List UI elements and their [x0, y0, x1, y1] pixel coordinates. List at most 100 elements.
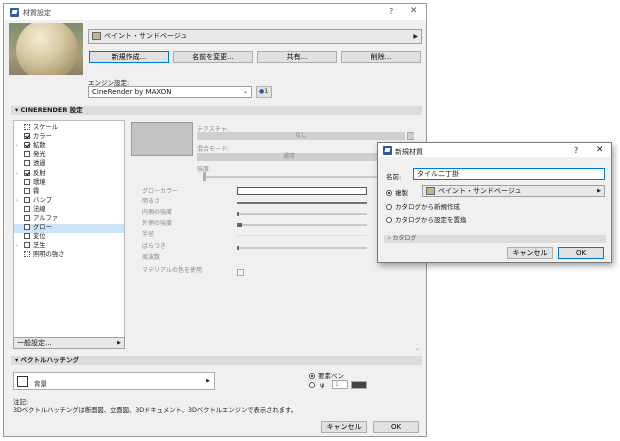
channel-item[interactable]: 発光 — [14, 151, 124, 160]
inner-strength-slider[interactable] — [237, 212, 367, 216]
dialog-ok-button[interactable]: OK — [558, 247, 604, 259]
title-bar: 材質設定 ? ✕ — [4, 4, 426, 20]
material-name: ペイント・サンドベージュ — [104, 32, 188, 40]
strength-slider[interactable] — [204, 176, 381, 178]
pen-color-swatch — [351, 381, 367, 389]
channel-label: バンプ — [33, 196, 53, 204]
dialog-close-button[interactable]: ✕ — [596, 146, 604, 155]
channel-checkbox[interactable] — [24, 151, 30, 158]
custom-pen-option[interactable]: ψ 1 — [309, 380, 367, 389]
channel-checkbox[interactable] — [24, 133, 30, 140]
expand-arrow-icon[interactable]: › — [16, 170, 18, 179]
channel-checkbox[interactable] — [24, 233, 30, 240]
custom-pen-radio[interactable] — [309, 382, 315, 388]
channel-item[interactable]: 透過 — [14, 160, 124, 169]
pen-icon: ψ — [320, 381, 325, 389]
channel-checkbox[interactable] — [24, 205, 30, 212]
channel-item[interactable]: 法線 — [14, 205, 124, 215]
glow-param-label: ばらつき — [142, 243, 167, 250]
rename-button[interactable]: 名前を変更... — [173, 51, 253, 63]
dialog-help-button[interactable]: ? — [574, 146, 578, 155]
replace-from-catalog-radio[interactable] — [386, 217, 392, 223]
vector-hatching-section-title: ベクトルハッチング — [20, 356, 80, 364]
new-from-catalog-radio[interactable] — [386, 204, 392, 210]
ok-button[interactable]: OK — [373, 421, 419, 433]
dialog-title-bar: 新規材質 ? ✕ — [378, 143, 611, 157]
channel-item[interactable]: › バンプ — [14, 196, 124, 206]
hatch-pattern-dropdown[interactable]: 背景 ▶ — [13, 372, 215, 390]
channel-label: 芝生 — [33, 242, 46, 250]
expand-arrow-icon[interactable]: › — [16, 142, 18, 151]
pen-number-field[interactable]: 1 — [332, 380, 348, 389]
expand-arrow-icon[interactable]: › — [16, 242, 18, 251]
channel-label: 照明の強さ — [33, 251, 65, 259]
channel-checkbox[interactable] — [24, 187, 30, 194]
channel-checkbox[interactable] — [24, 142, 30, 149]
material-swatch — [426, 187, 435, 195]
help-button[interactable]: ? — [389, 7, 393, 16]
element-pen-option[interactable]: 要素ペン — [309, 370, 344, 380]
radius-slider[interactable] — [237, 235, 367, 236]
duplicate-radio[interactable] — [386, 190, 392, 196]
channel-item[interactable]: 霧 — [14, 187, 124, 197]
channel-checkbox[interactable] — [24, 178, 30, 185]
new-from-catalog-option[interactable]: カタログから新規作成 — [386, 201, 460, 211]
dialog-cancel-button[interactable]: キャンセル — [507, 247, 553, 259]
channel-item[interactable]: 照明の強さ — [14, 251, 124, 260]
channel-label: スケール — [33, 124, 59, 131]
engine-info-button[interactable]: ●1 — [256, 86, 272, 98]
close-button[interactable]: ✕ — [410, 7, 418, 16]
channel-item[interactable]: 変位 — [14, 233, 124, 242]
channel-checkbox[interactable] — [24, 196, 30, 203]
glow-param-label: 明るさ — [142, 198, 161, 205]
use-material-color-checkbox[interactable] — [237, 269, 244, 276]
material-dropdown[interactable]: ペイント・サンドベージュ ▶ — [88, 29, 422, 44]
texture-field[interactable]: なし — [197, 132, 405, 140]
preview-sphere — [16, 23, 78, 75]
channel-item[interactable]: › 拡散 — [14, 142, 124, 151]
channel-item[interactable]: › 反射 — [14, 169, 124, 179]
delete-button[interactable]: 削除... — [341, 51, 421, 63]
glow-param-label: 内側の強度 — [142, 209, 173, 216]
strength-slider-thumb[interactable] — [203, 172, 206, 181]
randomness-slider[interactable] — [237, 246, 367, 250]
duplicate-option[interactable]: 複製 — [386, 187, 408, 197]
cancel-button[interactable]: キャンセル — [321, 421, 367, 433]
channel-item[interactable]: アルファ — [14, 215, 124, 224]
engine-badge: 1 — [264, 88, 269, 95]
channel-checkbox[interactable] — [24, 242, 30, 249]
material-preview — [9, 23, 83, 75]
replace-from-catalog-label: カタログから設定を置換 — [395, 216, 467, 224]
cinerender-section-header[interactable]: ▾ CINERENDER 設定 — [11, 106, 422, 115]
glow-param-label: グローカラー — [142, 188, 179, 195]
channel-checkbox[interactable] — [24, 169, 30, 176]
channel-checkbox[interactable] — [24, 160, 30, 167]
texture-preview — [131, 122, 193, 156]
share-button[interactable]: 共有... — [257, 51, 337, 63]
blend-mode-field[interactable]: 通常 — [197, 153, 381, 161]
general-settings-button[interactable]: 一般設定... ▶ — [13, 337, 125, 349]
catalog-section-header[interactable]: › カタログ — [384, 235, 606, 243]
channel-item[interactable]: グロー — [14, 224, 124, 233]
glow-color-swatch[interactable] — [237, 187, 367, 195]
element-pen-radio[interactable] — [309, 373, 315, 379]
expand-arrow-icon[interactable]: › — [16, 197, 18, 206]
new-button[interactable]: 新規作成... — [89, 51, 169, 63]
channel-item[interactable]: › 芝生 — [14, 242, 124, 251]
channel-item[interactable]: 環境 — [14, 178, 124, 188]
channel-item[interactable]: スケール — [14, 124, 124, 133]
glow-param-label: 外側の強度 — [142, 220, 173, 227]
duplicate-material-dropdown[interactable]: ペイント・サンドベージュ ▶ — [422, 185, 605, 197]
brightness-slider[interactable] — [237, 202, 367, 204]
outer-strength-slider[interactable] — [237, 223, 367, 227]
channel-checkbox[interactable] — [24, 224, 30, 231]
channel-item[interactable]: カラー — [14, 133, 124, 142]
channel-label: 拡散 — [33, 142, 46, 150]
hatch-swatch — [17, 376, 28, 387]
engine-select[interactable]: CineRender by MAXON ⌄ — [88, 86, 252, 98]
replace-from-catalog-option[interactable]: カタログから設定を置換 — [386, 214, 467, 224]
name-value: タイル二丁掛 — [417, 170, 459, 178]
name-input[interactable]: タイル二丁掛 — [413, 168, 605, 180]
vector-hatching-section-header[interactable]: ▾ ベクトルハッチング — [11, 356, 422, 365]
channel-checkbox[interactable] — [24, 215, 30, 221]
